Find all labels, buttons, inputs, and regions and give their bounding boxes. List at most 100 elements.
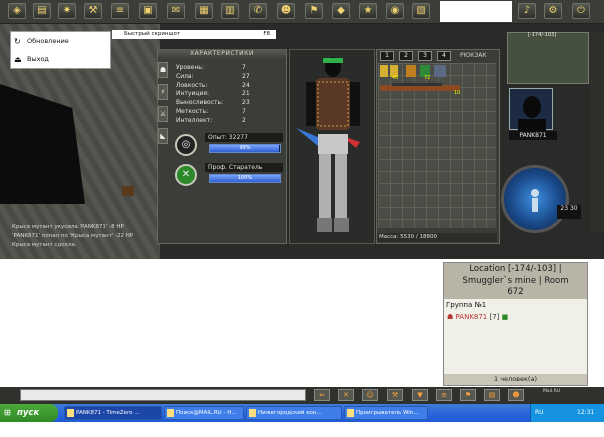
smile-icon[interactable]: ☺ (362, 389, 378, 401)
profession-icon[interactable]: ✕ (175, 164, 197, 186)
backpack-tab-4[interactable]: 4 (437, 51, 451, 61)
tab-body[interactable]: ☗ (158, 62, 168, 78)
menu-item-exit[interactable]: ⏏ Выход (11, 50, 110, 68)
group-title: Группа №1 (446, 301, 487, 309)
tools-icon[interactable]: ⚒ (84, 3, 102, 19)
shield-icon[interactable]: ◈ (8, 3, 26, 19)
clock[interactable]: 12:31 (577, 409, 594, 416)
user-icon[interactable]: ☻ (508, 389, 524, 401)
characteristics-tabs: ☗ ⚡ ⚔ ◣ (158, 62, 170, 150)
stat-level: Уровень: 7 (176, 64, 246, 71)
compass[interactable] (501, 165, 569, 233)
start-button[interactable]: ⊞ пуск (0, 404, 58, 422)
location-header: Location [-174/-103] | Smuggler`s mine |… (444, 263, 587, 299)
profession-bar: 100% (209, 174, 281, 183)
backpack-items[interactable] (378, 63, 496, 103)
profession-percent: 100% (237, 175, 253, 181)
experience-row: ◎ Опыт: 32277 99% (175, 133, 285, 159)
avatar[interactable] (509, 88, 553, 131)
toolbar-blank-area (440, 1, 512, 22)
notebook-icon[interactable]: ▥ (221, 3, 239, 19)
menu-item-label: Обновление (27, 37, 69, 45)
menu-item-quick-screenshot[interactable]: Быстрый скриншот F8 (112, 30, 276, 39)
chat-icon[interactable]: ✉ (167, 3, 185, 19)
chat-input[interactable] (20, 389, 306, 401)
crate-object[interactable] (122, 186, 134, 196)
settings-icon[interactable]: ⚙ (544, 3, 562, 19)
refresh-icon: ↻ (14, 37, 21, 46)
stat-accuracy: Меткость: 7 (176, 107, 246, 115)
tab-weapons[interactable]: ⚔ (158, 106, 168, 122)
chat-line: Крыса мутант укусила 'PANK871' -8 HP (12, 224, 124, 230)
taskbar-item-timezero[interactable]: PANK871 - TimeZero ... (64, 406, 162, 420)
taskbar-item-media-player[interactable]: Проигрыватель Win... (344, 406, 428, 420)
tab-arrow[interactable]: ◣ (158, 128, 168, 144)
app-icon (347, 409, 354, 417)
taskbar-item-nizhny[interactable]: Нижегородский кон... (246, 406, 342, 420)
language-indicator[interactable]: RU (535, 409, 544, 416)
app-icon (249, 409, 256, 417)
item-qty: 10 (454, 90, 461, 96)
experience-bar: 99% (209, 144, 281, 153)
experience-label: Опыт: 32277 (205, 133, 283, 142)
people-icon[interactable]: ☻ (277, 3, 295, 19)
member-rank: [7] (489, 313, 500, 321)
windows-flag-icon: ⊞ (4, 408, 11, 417)
exit-icon: ⏏ (14, 55, 22, 64)
arrow-left-icon[interactable]: ⇐ (314, 389, 330, 401)
chest-icon[interactable]: ▤ (33, 3, 51, 19)
list-icon[interactable]: ≡ (436, 389, 452, 401)
mail-icon[interactable]: ✆ (249, 3, 267, 19)
tab-skills[interactable]: ⚡ (158, 84, 168, 100)
tool-icon[interactable]: ⚒ (387, 389, 403, 401)
character-figure-area[interactable] (289, 49, 375, 244)
time-display: 23 30 (557, 205, 581, 219)
sound-icon[interactable]: ♪ (518, 3, 536, 19)
down-icon[interactable]: ▼ (412, 389, 428, 401)
compass-person-icon (531, 189, 539, 212)
cube-icon[interactable]: ◆ (332, 3, 350, 19)
menu-item-label: Быстрый скриншот (124, 31, 181, 37)
group-member[interactable]: ☗ PANK871 [7] ■ (447, 313, 508, 321)
item-qty: 72 (424, 75, 431, 81)
sword-icon[interactable]: ✕ (338, 389, 354, 401)
menu-item-refresh[interactable]: ↻ Обновление (11, 32, 110, 50)
taskbar-item-mail-search[interactable]: Поиск@MAIL.RU - Н... (164, 406, 244, 420)
backpack-title: РЮКЗАК (460, 52, 487, 59)
taskbar-lower-strip (0, 422, 604, 437)
profession-row: ✕ Проф. Старатель 100% (175, 163, 285, 189)
backpack-tab-3[interactable]: 3 (418, 51, 432, 61)
character-figure[interactable] (290, 50, 376, 245)
chat-line: 'PANK871' попал по 'Крыса мутант' -22 HP (12, 233, 134, 239)
app-icon (167, 409, 174, 417)
backpack-grid[interactable]: 40 72 10 (378, 63, 496, 228)
map-icon[interactable]: ▧ (412, 3, 430, 19)
gear-icon[interactable]: ✷ (58, 3, 76, 19)
star-icon[interactable]: ★ (359, 3, 377, 19)
stat-strength: Сила: 27 (176, 72, 250, 80)
stat-intuition: Интуиция: 21 (176, 90, 250, 98)
location-panel: Location [-174/-103] | Smuggler`s mine |… (443, 262, 588, 386)
member-icon: ☗ (447, 313, 454, 321)
eye-icon[interactable]: ◉ (386, 3, 404, 19)
profession-label: Проф. Старатель (205, 163, 283, 172)
backpack-tab-1[interactable]: 1 (380, 51, 394, 61)
exit-icon[interactable]: ⏻ (572, 3, 590, 19)
minimap[interactable] (507, 32, 589, 84)
game-toolbar: ◈ ▤ ✷ ⚒ ≡ ▣ ✉ ▦ ▥ ✆ ☻ ⚑ ◆ ★ ◉ ▧ ♪ ⚙ ⏻ (0, 0, 604, 24)
stat-intellect: Интеллект: 2 (176, 116, 246, 124)
app-icon (67, 409, 74, 417)
item-qty: 40 (392, 75, 399, 81)
backpack-tab-2[interactable]: 2 (399, 51, 413, 61)
member-name: PANK871 (455, 313, 488, 321)
flag-icon[interactable]: ⚑ (305, 3, 323, 19)
experience-icon[interactable]: ◎ (175, 134, 197, 156)
member-status-icon: ■ (501, 313, 509, 321)
scroll-icon[interactable]: ≡ (111, 3, 129, 19)
calendar-icon[interactable]: ▦ (195, 3, 213, 19)
monitor-icon[interactable]: ▣ (139, 3, 157, 19)
stat-endurance: Выносливость: 23 (176, 99, 250, 107)
avatar-icon (518, 96, 546, 131)
flag-icon[interactable]: ⚑ (460, 389, 476, 401)
scroll-icon[interactable]: ▤ (484, 389, 500, 401)
